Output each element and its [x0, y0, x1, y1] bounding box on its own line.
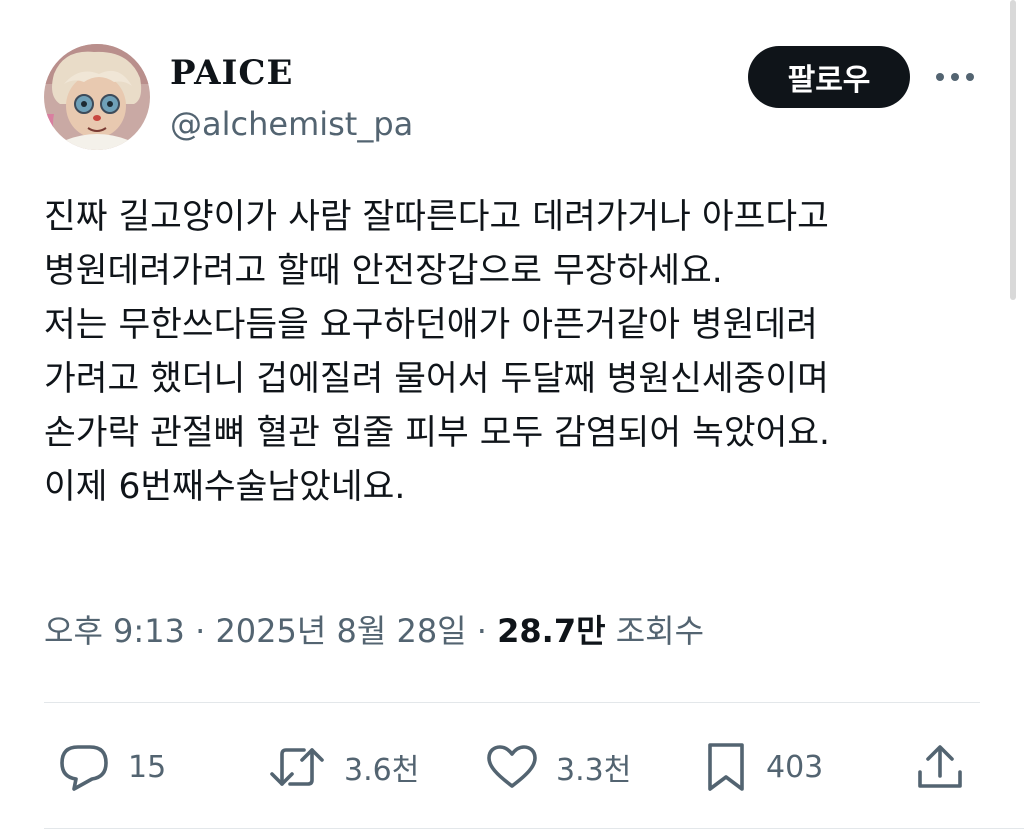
post-date[interactable]: 2025년 8월 28일	[215, 612, 466, 650]
avatar-image	[44, 44, 150, 150]
retweet-arrows-icon	[270, 748, 324, 786]
speech-bubble-icon	[60, 745, 108, 791]
retweet-button[interactable]: 3.6천	[268, 740, 419, 794]
follow-button[interactable]: 팔로우	[748, 46, 910, 108]
divider	[44, 702, 980, 703]
three-dots-icon	[936, 73, 974, 81]
tweet-text-line: 진짜 길고양이가 사람 잘따른다고 데려가거나 아프다고	[44, 197, 829, 237]
bookmark-button[interactable]: 403	[704, 740, 823, 794]
share-button[interactable]	[916, 740, 964, 794]
tweet-text-line: 저는 무한쓰다듬을 요구하던애가 아픈거같아 병원데려	[44, 305, 818, 345]
retweet-count: 3.6천	[344, 753, 420, 788]
heart-icon	[487, 745, 537, 788]
tweet-metadata: 오후 9:13 · 2025년 8월 28일 · 28.7만 조회수	[44, 606, 704, 656]
share-upload-icon	[918, 745, 962, 788]
more-options-button[interactable]	[930, 52, 980, 102]
author-handle[interactable]: @alchemist_pa	[170, 103, 413, 145]
author-display-name[interactable]: PAICE	[170, 52, 293, 94]
reply-button[interactable]: 15	[58, 740, 166, 794]
bookmark-count: 403	[766, 749, 824, 785]
scrollbar[interactable]	[1010, 0, 1016, 300]
tweet-text-line: 이제 6번째수술남았네요.	[44, 467, 406, 507]
tweet-text-line: 가려고 했더니 겁에질려 물어서 두달째 병원신세중이며	[44, 359, 829, 399]
tweet-card: PAICE @alchemist_pa 팔로우 진짜 길고양이가 사람 잘따른다…	[0, 0, 1024, 840]
bookmark-icon	[708, 743, 744, 791]
tweet-text-line: 병원데려가려고 할때 안전장갑으로 무장하세요.	[44, 251, 723, 291]
like-button[interactable]: 3.3천	[486, 740, 631, 794]
meta-separator: ·	[476, 612, 487, 650]
post-time[interactable]: 오후 9:13	[44, 612, 185, 650]
divider	[44, 828, 1024, 829]
tweet-text: 진짜 길고양이가 사람 잘따른다고 데려가거나 아프다고 병원데려가려고 할때 …	[44, 190, 1004, 514]
like-count: 3.3천	[556, 753, 632, 788]
avatar[interactable]	[44, 44, 150, 150]
meta-separator: ·	[195, 612, 206, 650]
tweet-text-line: 손가락 관절뼈 혈관 힘줄 피부 모두 감염되어 녹았어요.	[44, 413, 831, 453]
views-label: 조회수	[615, 612, 705, 650]
views-count: 28.7만	[497, 612, 606, 650]
reply-count: 15	[128, 749, 167, 785]
